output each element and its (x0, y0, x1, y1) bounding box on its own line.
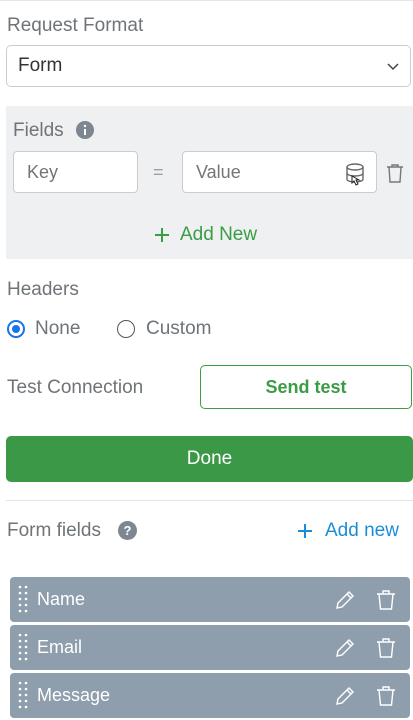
fields-label: Fields (13, 120, 64, 141)
headers-label: Headers (7, 279, 79, 300)
form-field-name: Message (37, 685, 111, 705)
delete-field-icon[interactable] (386, 163, 404, 183)
send-test-button[interactable]: Send test (200, 365, 412, 409)
headers-option-none[interactable]: None (7, 318, 80, 340)
delete-icon[interactable] (376, 589, 396, 611)
add-new-form-field-button[interactable]: Add new (297, 520, 399, 542)
form-fields-label: Form fields (7, 520, 101, 541)
drag-handle-icon[interactable] (13, 631, 33, 665)
radio-custom-label: Custom (146, 318, 212, 339)
form-field-name: Name (37, 589, 86, 609)
test-connection-label: Test Connection (7, 377, 144, 398)
form-field-name: Email (37, 637, 83, 657)
add-new-field-button[interactable]: Add New (154, 224, 257, 246)
delete-icon[interactable] (376, 637, 396, 659)
help-icon[interactable]: ? (118, 521, 137, 540)
radio-none-label: None (35, 318, 81, 339)
form-field-row[interactable]: Message (10, 673, 410, 718)
plus-icon (154, 227, 170, 243)
radio-custom[interactable] (117, 320, 135, 338)
request-format-label: Request Format (7, 15, 144, 36)
equals-sign: = (153, 162, 164, 182)
info-icon[interactable] (76, 121, 94, 139)
headers-option-custom[interactable]: Custom (117, 318, 211, 340)
done-button[interactable]: Done (6, 436, 413, 482)
form-field-row[interactable]: Email (10, 625, 410, 670)
edit-pencil-icon[interactable] (334, 637, 356, 659)
field-key-input[interactable] (13, 151, 138, 193)
database-icon[interactable] (344, 162, 366, 186)
drag-handle-icon[interactable] (13, 679, 33, 713)
drag-handle-icon[interactable] (13, 583, 33, 617)
delete-icon[interactable] (376, 685, 396, 707)
chevron-down-icon (386, 61, 400, 71)
form-field-row[interactable]: Name (10, 577, 410, 622)
add-new-form-field-label: Add new (325, 520, 399, 541)
section-divider (6, 500, 413, 501)
radio-none[interactable] (7, 320, 25, 338)
add-new-field-label: Add New (180, 224, 258, 245)
edit-pencil-icon[interactable] (334, 685, 356, 707)
plus-icon (297, 523, 313, 539)
svg-text:?: ? (124, 523, 132, 538)
request-format-value: Form (18, 55, 63, 76)
top-divider (0, 0, 413, 1)
request-format-select[interactable]: Form (6, 45, 411, 87)
edit-pencil-icon[interactable] (334, 589, 356, 611)
